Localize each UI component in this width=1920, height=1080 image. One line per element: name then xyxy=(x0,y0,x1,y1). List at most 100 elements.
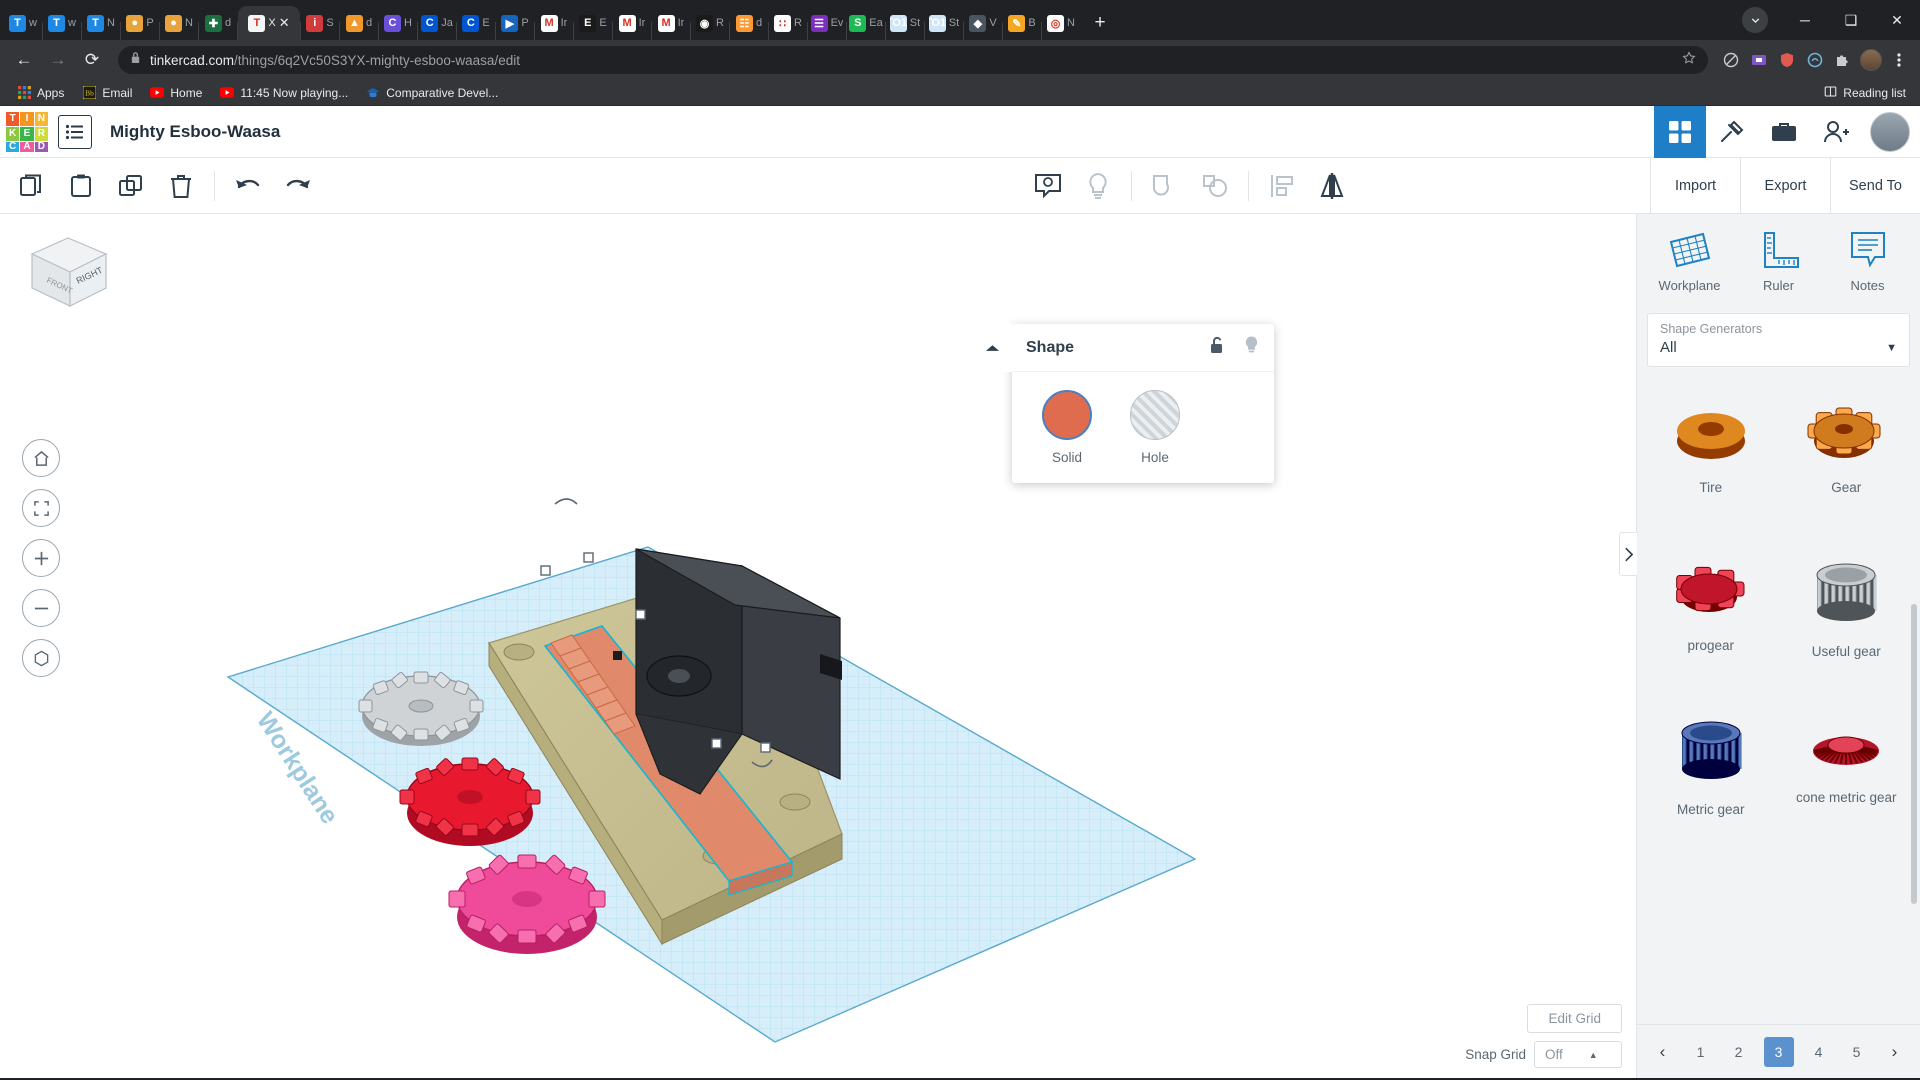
close-tab-icon[interactable]: ✕ xyxy=(279,15,290,31)
sidebar-item-workplane[interactable]: Workplane xyxy=(1651,230,1729,293)
minus-icon[interactable] xyxy=(22,589,60,627)
group-shapes-icon[interactable] xyxy=(1140,161,1190,211)
star-icon[interactable] xyxy=(1682,50,1696,70)
pagination-page-2[interactable]: 2 xyxy=(1726,1039,1752,1065)
snap-grid-select[interactable]: Off ▲ xyxy=(1534,1041,1622,1068)
tab-invite-people[interactable] xyxy=(1810,106,1862,158)
browser-tab[interactable]: ● N xyxy=(160,6,198,40)
shape-card-gear[interactable]: Gear xyxy=(1782,387,1910,545)
browser-tab[interactable]: EE xyxy=(574,6,612,40)
puzzle-icon[interactable] xyxy=(1830,47,1856,73)
profile-avatar[interactable] xyxy=(1858,47,1884,73)
sidebar-item-notes[interactable]: Notes xyxy=(1829,230,1907,293)
paste-icon[interactable] xyxy=(56,161,106,211)
ungroup-shapes-icon[interactable] xyxy=(1190,161,1240,211)
home-icon[interactable] xyxy=(22,439,60,477)
maximize-button[interactable]: ❑ xyxy=(1828,0,1874,40)
browser-tab[interactable]: ∷ R xyxy=(769,6,807,40)
user-avatar[interactable] xyxy=(1870,111,1910,152)
browser-tab[interactable]: TN xyxy=(82,6,120,40)
pagination-prev[interactable]: ‹ xyxy=(1650,1039,1676,1065)
bookmark-item[interactable]: Home xyxy=(143,84,209,102)
undo-arrow-icon[interactable] xyxy=(223,161,273,211)
forward-button[interactable]: → xyxy=(42,44,74,76)
browser-tab[interactable]: ◉ R xyxy=(691,6,729,40)
solid-swatch[interactable] xyxy=(1042,390,1092,440)
bookmark-item[interactable]: Comparative Devel... xyxy=(359,84,505,102)
browser-tab[interactable]: ▲ d xyxy=(340,6,378,40)
bookmark-item[interactable]: 11:45 Now playing... xyxy=(213,84,355,102)
tinkercad-logo[interactable]: TINKER CAD xyxy=(6,111,48,152)
browser-tab[interactable]: ▶ P xyxy=(496,6,534,40)
tab-codeblocks[interactable] xyxy=(1706,106,1758,158)
tab-gallery[interactable] xyxy=(1758,106,1810,158)
chevron-right-icon[interactable] xyxy=(1619,532,1637,576)
browser-tab[interactable]: C Ja xyxy=(418,6,456,40)
browser-tab[interactable]: M Ir xyxy=(535,6,573,40)
cube-icon[interactable] xyxy=(22,639,60,677)
reading-list-button[interactable]: Reading list xyxy=(1824,85,1910,101)
browser-tab[interactable]: ◆ V xyxy=(964,6,1002,40)
browser-tab[interactable]: ☷ d xyxy=(730,6,768,40)
align-icon[interactable] xyxy=(1257,161,1307,211)
browser-tab[interactable]: ✚ d xyxy=(199,6,237,40)
browser-tab[interactable]: Ὂ1 St xyxy=(925,6,963,40)
pagination-page-5[interactable]: 5 xyxy=(1844,1039,1870,1065)
hole-swatch[interactable] xyxy=(1130,390,1180,440)
bookmark-item[interactable]: Apps xyxy=(10,84,71,102)
sidebar-scrollbar[interactable] xyxy=(1911,604,1917,904)
bookmark-item[interactable]: Bb Email xyxy=(75,84,139,102)
hole-option[interactable]: Hole xyxy=(1130,390,1180,465)
pagination-page-3[interactable]: 3 xyxy=(1763,1036,1794,1067)
block-icon[interactable] xyxy=(1718,47,1744,73)
shape-generators-select[interactable]: Shape Generators All ▼ xyxy=(1647,313,1910,367)
model-gray-gear[interactable] xyxy=(358,671,484,746)
shape-card-progear[interactable]: progear xyxy=(1647,545,1775,703)
chevron-up-icon[interactable] xyxy=(972,324,1012,372)
browser-tab[interactable]: M Ir xyxy=(613,6,651,40)
fit-view-icon[interactable] xyxy=(22,489,60,527)
pagination-page-4[interactable]: 4 xyxy=(1806,1039,1832,1065)
lightbulb-icon[interactable] xyxy=(1243,335,1260,360)
minimize-button[interactable]: ─ xyxy=(1782,0,1828,40)
mirror-icon[interactable] xyxy=(1307,161,1357,211)
import-button[interactable]: Import xyxy=(1650,157,1740,214)
edit-grid-button[interactable]: Edit Grid xyxy=(1527,1004,1622,1033)
browser-tab[interactable]: M Ir xyxy=(652,6,690,40)
shape-card-metric-gear[interactable]: Metric gear xyxy=(1647,703,1775,861)
trash-icon[interactable] xyxy=(156,161,206,211)
browser-tab[interactable]: Tw xyxy=(4,6,42,40)
browser-tab[interactable]: iS xyxy=(301,6,339,40)
reload-button[interactable]: ⟳ xyxy=(76,44,108,76)
browser-tab[interactable]: ✎ B xyxy=(1003,6,1041,40)
browser-tab[interactable]: CH xyxy=(379,6,417,40)
browser-tab[interactable]: S Ea xyxy=(847,6,885,40)
browser-tab[interactable]: T X ✕ xyxy=(238,6,300,40)
shape-card-tire[interactable]: Tire xyxy=(1647,387,1775,545)
solid-option[interactable]: Solid xyxy=(1042,390,1092,465)
project-menu-icon[interactable] xyxy=(58,114,92,149)
shield-icon[interactable] xyxy=(1774,47,1800,73)
tab-search-icon[interactable] xyxy=(1742,7,1768,33)
back-button[interactable]: ← xyxy=(8,44,40,76)
browser-tab[interactable]: ◎ N xyxy=(1042,6,1080,40)
browser-tab[interactable]: ● P xyxy=(121,6,159,40)
lightbulb-speech-icon[interactable] xyxy=(1023,161,1073,211)
export-button[interactable]: Export xyxy=(1740,157,1830,214)
view-cube[interactable]: FRONT RIGHT xyxy=(22,232,114,312)
copy-icon[interactable] xyxy=(6,161,56,211)
paint-icon[interactable] xyxy=(1802,47,1828,73)
pagination-page-1[interactable]: 1 xyxy=(1688,1039,1714,1065)
design-canvas[interactable]: Workplane FRONT RIGHT Shape Solid Hole E… xyxy=(0,214,1636,1078)
lightbulb-icon[interactable] xyxy=(1073,161,1123,211)
browser-tab[interactable]: Ὂ1 St xyxy=(886,6,924,40)
duplicate-icon[interactable] xyxy=(106,161,156,211)
redo-arrow-icon[interactable] xyxy=(273,161,323,211)
cast-icon[interactable] xyxy=(1746,47,1772,73)
pagination-next[interactable]: › xyxy=(1882,1039,1908,1065)
close-window-button[interactable]: ✕ xyxy=(1874,0,1920,40)
new-tab-button[interactable]: + xyxy=(1086,9,1114,37)
address-bar[interactable]: tinkercad.com/things/6q2Vc50S3YX-mighty-… xyxy=(118,46,1708,74)
shape-card-cone-metric-gear[interactable]: cone metric gear xyxy=(1782,703,1910,861)
sidebar-item-ruler[interactable]: Ruler xyxy=(1740,230,1818,293)
